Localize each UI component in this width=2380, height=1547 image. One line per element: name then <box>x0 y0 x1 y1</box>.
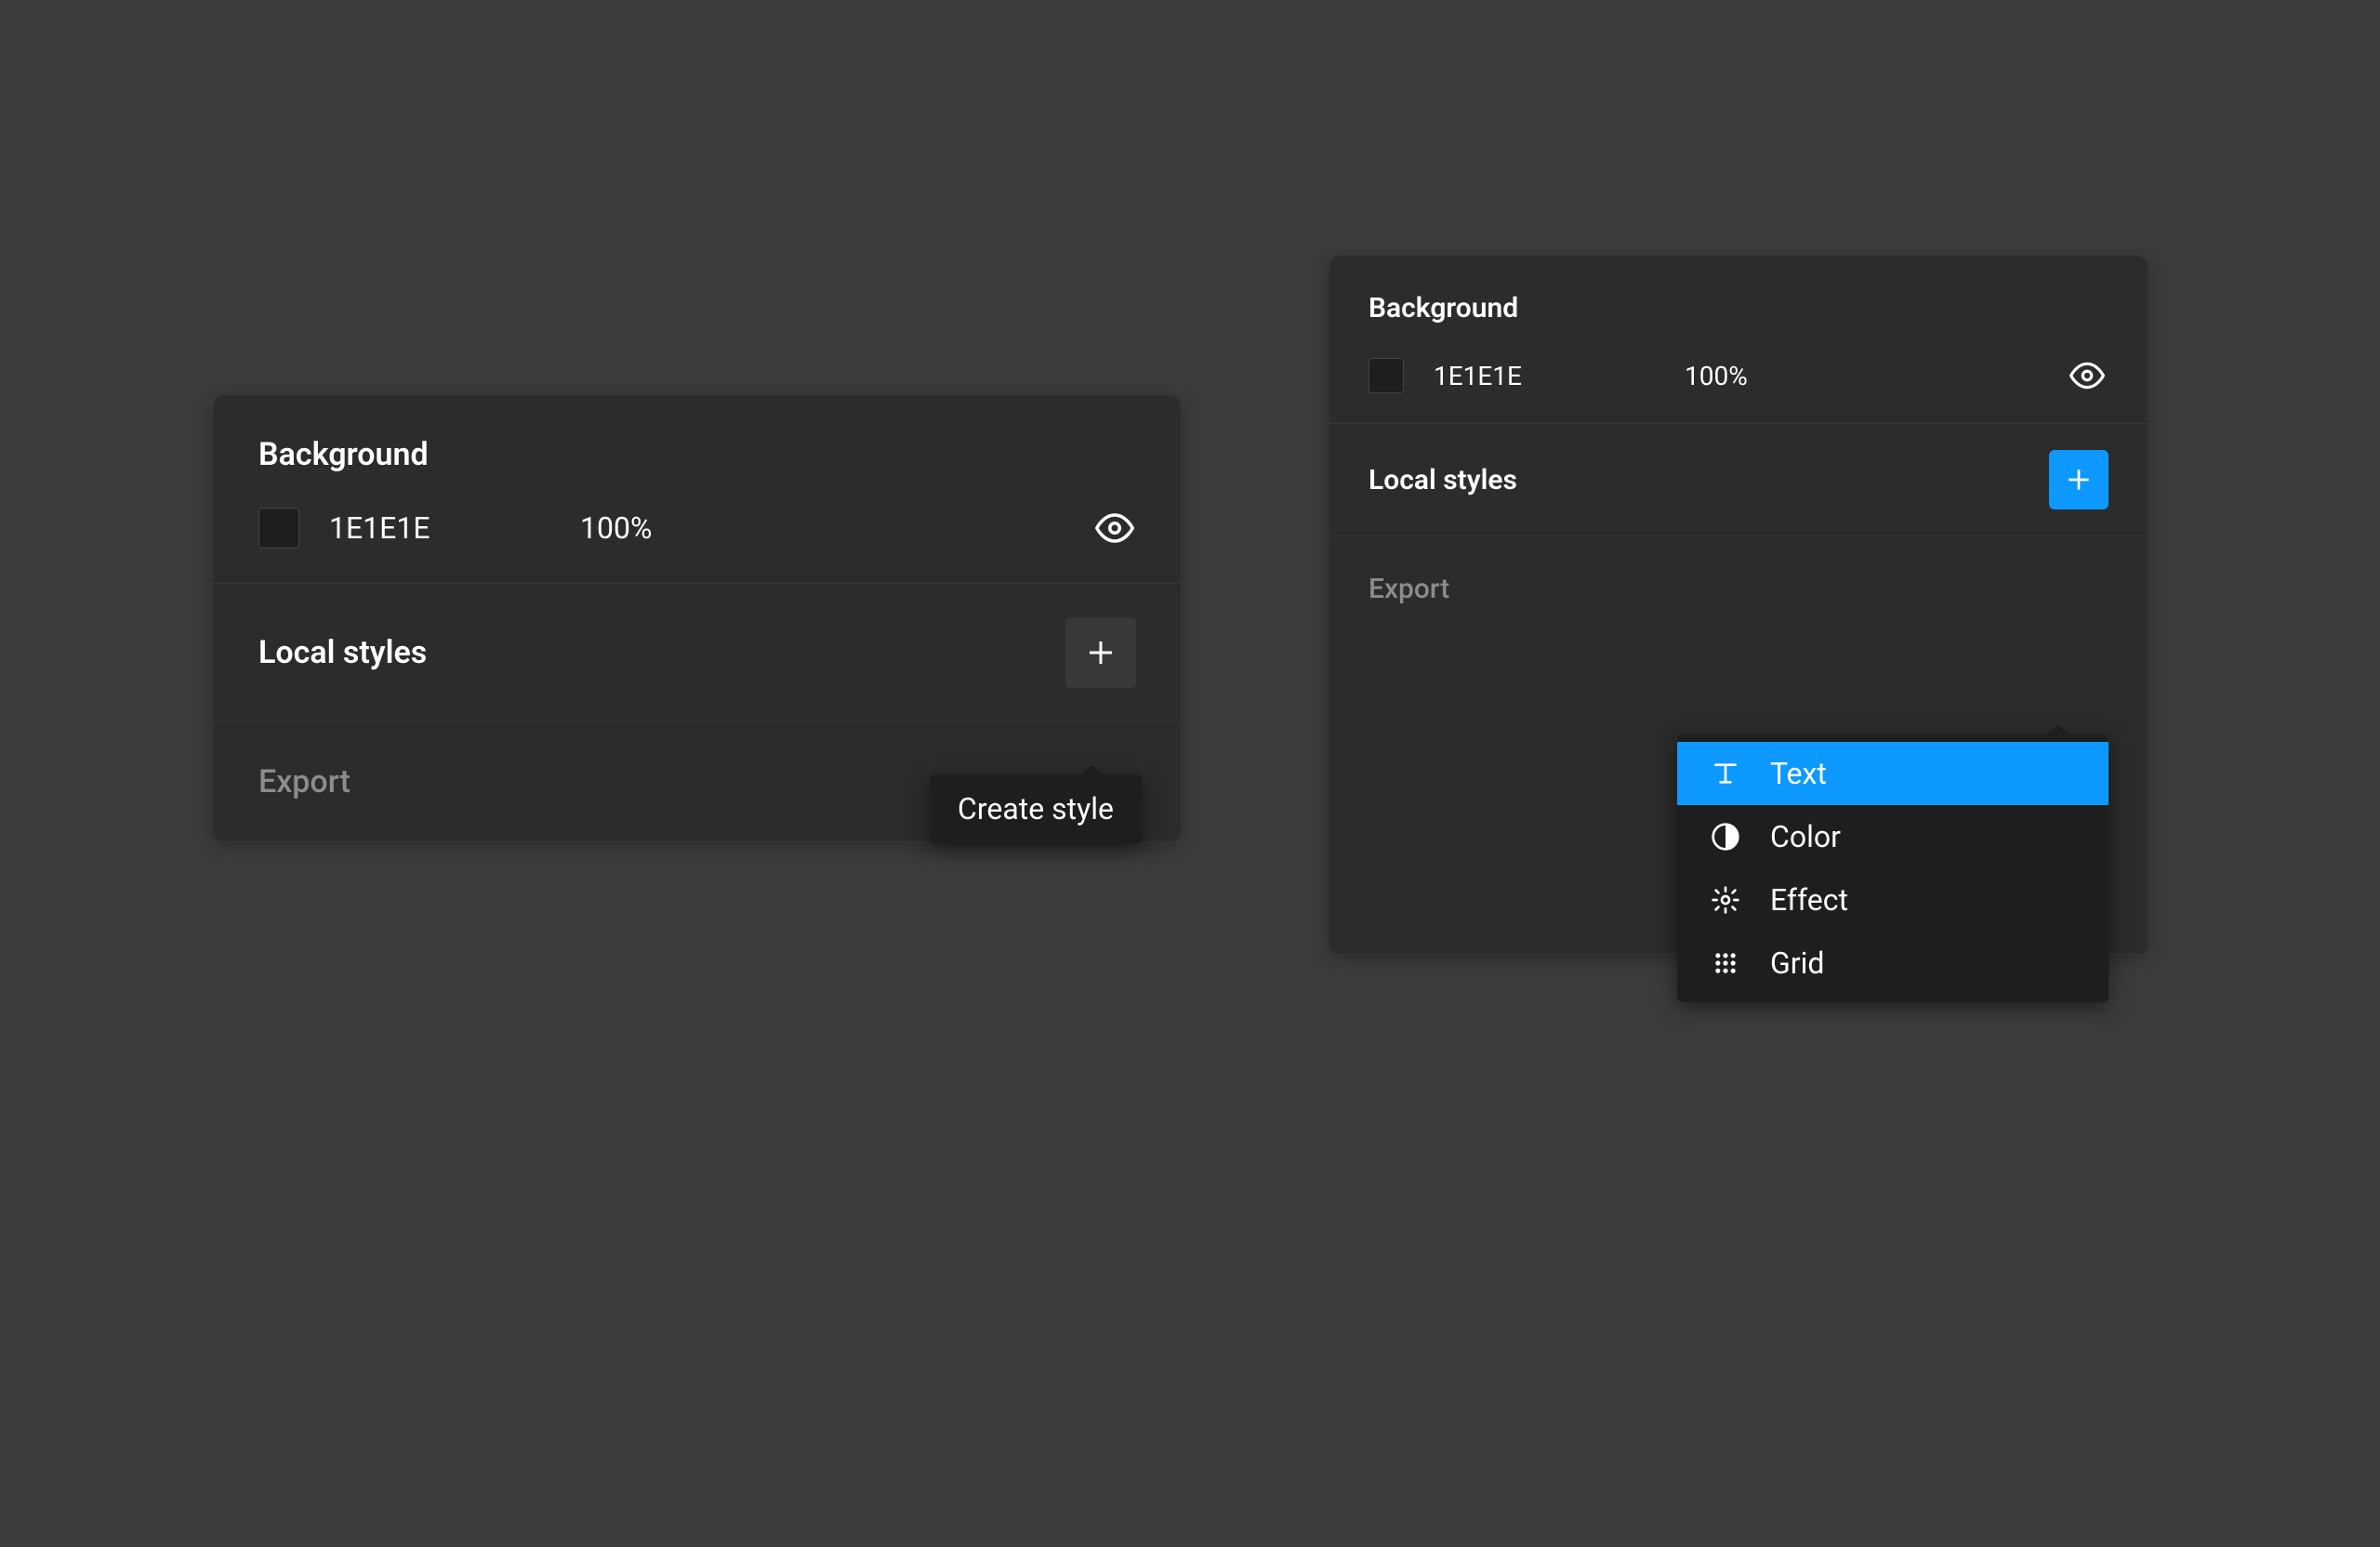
dropdown-item-label: Grid <box>1770 945 1824 981</box>
background-row: 1E1E1E 100% <box>1368 354 2109 397</box>
color-opacity-value[interactable]: 100% <box>580 510 652 546</box>
properties-panel-hover: Background 1E1E1E 100% Local styles <box>214 395 1181 842</box>
background-row: 1E1E1E 100% <box>258 507 1136 549</box>
background-title: Background <box>1368 292 1518 324</box>
background-title: Background <box>258 436 429 473</box>
create-style-tooltip: Create style <box>930 774 1142 843</box>
background-section: Background 1E1E1E 100% <box>214 395 1181 584</box>
dropdown-item-color[interactable]: Color <box>1677 805 2109 868</box>
create-style-button[interactable] <box>2049 450 2109 509</box>
local-styles-section: Local styles <box>214 584 1181 722</box>
local-styles-title: Local styles <box>1368 464 1517 496</box>
dropdown-item-text[interactable]: Text <box>1677 742 2109 805</box>
export-title: Export <box>258 763 350 800</box>
dropdown-item-label: Color <box>1770 819 1841 854</box>
local-styles-section: Local styles <box>1329 424 2148 536</box>
color-swatch[interactable] <box>258 508 299 549</box>
color-swatch[interactable] <box>1368 358 1404 393</box>
background-section: Background 1E1E1E 100% <box>1329 256 2148 424</box>
color-hex-value[interactable]: 1E1E1E <box>1434 361 1620 391</box>
color-hex-value[interactable]: 1E1E1E <box>329 510 515 546</box>
dropdown-item-grid[interactable]: Grid <box>1677 932 2109 995</box>
effect-icon <box>1707 881 1744 919</box>
visibility-toggle-icon[interactable] <box>1093 507 1136 549</box>
dropdown-item-effect[interactable]: Effect <box>1677 868 2109 932</box>
dropdown-item-label: Text <box>1770 756 1827 791</box>
local-styles-title: Local styles <box>258 634 427 671</box>
text-icon <box>1707 755 1744 792</box>
grid-icon <box>1707 945 1744 982</box>
color-opacity-value[interactable]: 100% <box>1685 361 1748 391</box>
color-icon <box>1707 818 1744 855</box>
create-style-button[interactable] <box>1065 617 1136 688</box>
dropdown-item-label: Effect <box>1770 882 1848 918</box>
properties-panel-dropdown: Background 1E1E1E 100% Local styles <box>1329 256 2148 955</box>
visibility-toggle-icon[interactable] <box>2066 354 2109 397</box>
create-style-dropdown: Text Color <box>1677 734 2109 1002</box>
export-title: Export <box>1368 573 1449 605</box>
